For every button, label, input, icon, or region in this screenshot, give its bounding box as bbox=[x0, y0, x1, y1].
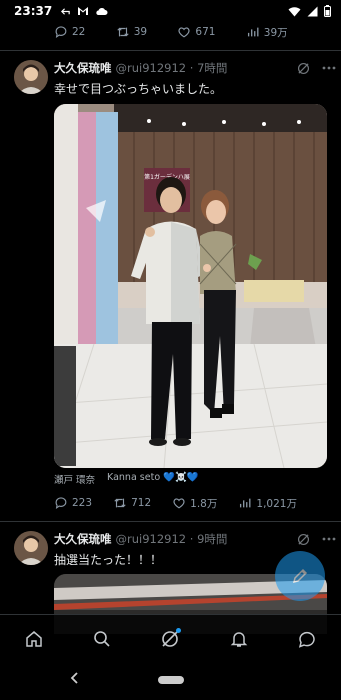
divider bbox=[0, 521, 341, 522]
more-icon[interactable] bbox=[322, 66, 336, 70]
like-count: 671 bbox=[195, 26, 216, 38]
display-name[interactable]: 大久保琉唯 bbox=[54, 531, 112, 547]
tweet-header: 大久保琉唯 @rui912912 · 9時間 bbox=[54, 529, 336, 549]
reply-button[interactable]: 22 bbox=[54, 25, 85, 39]
status-time: 23:37 bbox=[14, 4, 53, 18]
compose-icon bbox=[292, 568, 308, 584]
views-count: 39万 bbox=[263, 26, 288, 39]
reply-count: 223 bbox=[72, 497, 93, 509]
grok-icon[interactable] bbox=[297, 62, 310, 75]
tag-item[interactable]: 瀬戸 環奈 bbox=[54, 472, 95, 486]
tweet-header: 大久保琉唯 @rui912912 · 7時間 bbox=[54, 58, 336, 78]
views-button[interactable]: 1,021万 bbox=[238, 496, 297, 511]
display-name[interactable]: 大久保琉唯 bbox=[54, 60, 112, 76]
battery-icon bbox=[324, 5, 331, 17]
prev-tweet-action-bar: 22 39 671 39万 bbox=[54, 22, 332, 42]
nav-messages[interactable] bbox=[293, 625, 321, 653]
like-button[interactable]: 1.8万 bbox=[172, 496, 217, 511]
tweet-photo[interactable]: 第1ガーデンハ展 bbox=[54, 104, 327, 468]
like-button[interactable]: 671 bbox=[177, 25, 215, 39]
avatar[interactable] bbox=[14, 531, 48, 565]
avatar[interactable] bbox=[14, 60, 48, 94]
retweet-count: 39 bbox=[133, 26, 148, 38]
tag-item[interactable]: Kanna seto 💙☠️💙 bbox=[107, 472, 199, 486]
cloud-icon bbox=[96, 7, 108, 15]
retweet-count: 712 bbox=[131, 497, 152, 509]
search-icon bbox=[94, 630, 110, 647]
more-icon[interactable] bbox=[322, 537, 336, 541]
system-back-icon[interactable] bbox=[70, 671, 80, 685]
tweet-text: 抽選当たった！！！ bbox=[54, 553, 163, 567]
views-icon bbox=[240, 498, 251, 508]
home-gesture-pill[interactable] bbox=[158, 676, 184, 684]
retweet-icon bbox=[117, 27, 129, 37]
grok-icon[interactable] bbox=[297, 533, 310, 546]
photo-illustration: 第1ガーデンハ展 bbox=[54, 104, 327, 468]
reply-icon bbox=[55, 26, 67, 39]
messages-icon bbox=[298, 631, 315, 648]
nav-search[interactable] bbox=[88, 625, 116, 653]
nav-grok[interactable] bbox=[156, 625, 184, 653]
bottom-navigation bbox=[0, 614, 341, 662]
tweet-text: 幸せで目つぶっちゃいました。 bbox=[54, 82, 223, 96]
retweet-button[interactable]: 39 bbox=[116, 25, 147, 39]
status-bar: 23:37 bbox=[0, 0, 341, 22]
retweet-icon bbox=[114, 498, 126, 508]
gmail-icon bbox=[78, 7, 89, 15]
nav-home[interactable] bbox=[20, 625, 48, 653]
home-icon bbox=[26, 630, 42, 647]
views-button[interactable]: 39万 bbox=[246, 25, 288, 40]
tweet-time: 9時間 bbox=[197, 532, 228, 546]
reply-count: 22 bbox=[72, 26, 86, 38]
bell-icon bbox=[230, 631, 247, 647]
signal-icon bbox=[307, 6, 318, 16]
reply-button[interactable]: 223 bbox=[54, 496, 92, 510]
system-navigation bbox=[0, 662, 341, 700]
photo-tags[interactable]: 瀬戸 環奈 Kanna seto 💙☠️💙 bbox=[54, 472, 199, 486]
compose-button[interactable] bbox=[275, 551, 325, 601]
views-count: 1,021万 bbox=[256, 497, 297, 510]
wifi-icon bbox=[288, 6, 301, 16]
avatar-image bbox=[14, 531, 48, 565]
avatar-image bbox=[14, 60, 48, 94]
username[interactable]: @rui912912 · 9時間 bbox=[116, 531, 228, 547]
nav-notifications[interactable] bbox=[225, 625, 253, 653]
notification-dot bbox=[176, 627, 182, 633]
back-arrow-status-icon bbox=[61, 7, 70, 15]
username[interactable]: @rui912912 · 7時間 bbox=[116, 60, 228, 76]
tweet-time: 7時間 bbox=[197, 61, 228, 75]
tweet-action-bar: 223 712 1.8万 1,021万 bbox=[54, 493, 332, 513]
reply-icon bbox=[55, 497, 67, 510]
like-count: 1.8万 bbox=[190, 497, 218, 510]
heart-icon bbox=[173, 498, 185, 509]
divider bbox=[0, 50, 341, 51]
views-icon bbox=[247, 27, 259, 37]
heart-icon bbox=[178, 27, 190, 38]
retweet-button[interactable]: 712 bbox=[113, 496, 151, 510]
